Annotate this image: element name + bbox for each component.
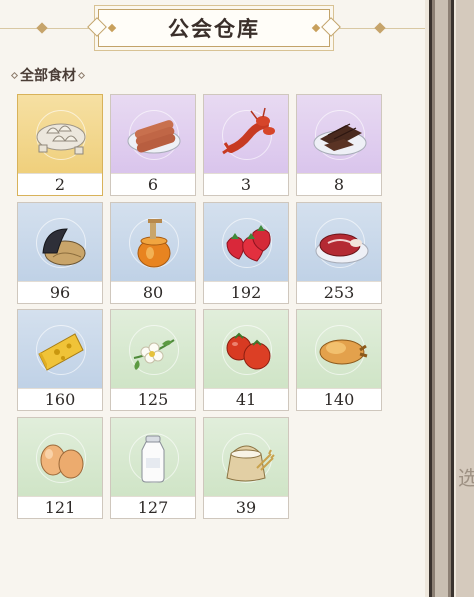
flowers-icon bbox=[124, 320, 184, 380]
flour-icon bbox=[217, 428, 277, 488]
section-title: 全部食材 bbox=[20, 68, 76, 84]
ornament-diamond-icon bbox=[10, 71, 19, 79]
item-count: 3 bbox=[204, 173, 288, 195]
milk-icon bbox=[124, 428, 184, 488]
ingredient-slot[interactable]: 121 bbox=[17, 417, 103, 519]
item-count: 41 bbox=[204, 388, 288, 410]
eggs-icon bbox=[31, 428, 91, 488]
ingredient-slot[interactable]: 8 bbox=[296, 94, 382, 196]
ingredient-slot[interactable]: 80 bbox=[110, 202, 196, 304]
ingredient-slot[interactable]: 6 bbox=[110, 94, 196, 196]
item-count: 80 bbox=[111, 281, 195, 303]
ornament-diamond-icon bbox=[77, 71, 86, 79]
item-count: 160 bbox=[18, 388, 102, 410]
item-count: 253 bbox=[297, 281, 381, 303]
item-count: 39 bbox=[204, 496, 288, 518]
scroll-rail[interactable] bbox=[429, 0, 454, 597]
ornament-gem-icon bbox=[311, 23, 321, 33]
chicken-icon bbox=[310, 320, 370, 380]
side-tab-label: 选 bbox=[458, 466, 474, 490]
item-count: 2 bbox=[18, 173, 102, 195]
honey-icon bbox=[124, 213, 184, 273]
dumplings-icon bbox=[31, 105, 91, 165]
meat-icon bbox=[310, 213, 370, 273]
item-count: 140 bbox=[297, 388, 381, 410]
lobster-icon bbox=[217, 105, 277, 165]
strawberries-icon bbox=[217, 213, 277, 273]
guild-warehouse-panel: 公会仓库 全部食材 2 6 3 8 96 80 192 253 160 125 41 140 121 12… bbox=[0, 0, 474, 597]
ingredient-slot[interactable]: 253 bbox=[296, 202, 382, 304]
mussels-icon bbox=[31, 213, 91, 273]
ornament-diamond-icon bbox=[36, 22, 48, 34]
section-header: 全部食材 bbox=[10, 66, 86, 84]
ornament-diamond-icon bbox=[374, 22, 386, 34]
item-count: 121 bbox=[18, 496, 102, 518]
ingredient-slot[interactable]: 39 bbox=[203, 417, 289, 519]
side-frame bbox=[456, 0, 474, 597]
item-count: 6 bbox=[111, 173, 195, 195]
ingredient-slot[interactable]: 192 bbox=[203, 202, 289, 304]
ingredient-slot[interactable]: 96 bbox=[17, 202, 103, 304]
ingredient-slot[interactable]: 125 bbox=[110, 309, 196, 411]
ingredient-slot[interactable]: 3 bbox=[203, 94, 289, 196]
cheese-icon bbox=[31, 320, 91, 380]
item-count: 125 bbox=[111, 388, 195, 410]
ingredient-slot[interactable]: 160 bbox=[17, 309, 103, 411]
header: 公会仓库 bbox=[0, 0, 425, 60]
chocolate-icon bbox=[310, 105, 370, 165]
item-count: 127 bbox=[111, 496, 195, 518]
ingredient-slot[interactable]: 2 bbox=[17, 94, 103, 196]
title-plate: 公会仓库 bbox=[87, 9, 341, 47]
item-count: 192 bbox=[204, 281, 288, 303]
ornament-gem-icon bbox=[107, 23, 117, 33]
item-count: 96 bbox=[18, 281, 102, 303]
page-title: 公会仓库 bbox=[168, 16, 260, 41]
ingredient-slot[interactable]: 140 bbox=[296, 309, 382, 411]
ingredient-slot[interactable]: 127 bbox=[110, 417, 196, 519]
sausages-icon bbox=[124, 105, 184, 165]
item-count: 8 bbox=[297, 173, 381, 195]
tomatoes-icon bbox=[217, 320, 277, 380]
ingredient-slot[interactable]: 41 bbox=[203, 309, 289, 411]
